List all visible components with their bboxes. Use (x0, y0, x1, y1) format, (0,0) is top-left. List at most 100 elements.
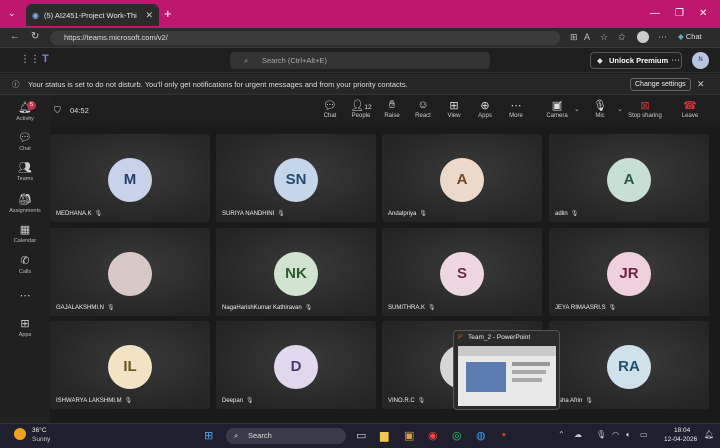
rail-item-chat[interactable]: 💬︎ Chat (0, 131, 50, 152)
camera-options-chevron-icon[interactable]: ⌄ (574, 105, 580, 113)
shield-icon: ⛉ (54, 105, 61, 115)
rail-item-apps[interactable]: ⊞ Apps (0, 317, 50, 338)
mic-muted-icon: 🎙︎ (94, 211, 103, 217)
powerpoint-thumbnail-preview[interactable]: P Team_2 - PowerPoint (453, 330, 560, 410)
minimize-icon[interactable]: — (650, 8, 660, 19)
leave-button[interactable]: ☎ Leave (673, 99, 707, 119)
maximize-icon[interactable]: ❐ (675, 8, 684, 19)
close-notification-icon[interactable]: ✕ (697, 74, 705, 95)
participant-name: adlin (555, 211, 568, 217)
whatsapp-icon[interactable]: ◎ (452, 429, 462, 442)
participant-name: NagaHarishKumar Kathiravan (222, 305, 302, 311)
participant-tile[interactable]: IL ISHWARYA LAKSHMI.M 🎙︎ (50, 321, 210, 409)
more-options-icon[interactable]: ⋯ (671, 55, 680, 66)
participant-tile[interactable]: GAJALAKSHMI.N 🎙︎ (50, 228, 210, 316)
more-button[interactable]: ⋯ More (499, 99, 533, 119)
teams-favicon-icon: ◉ (32, 10, 39, 20)
participant-avatar: RA (607, 345, 651, 389)
battery-icon[interactable]: ▭ (640, 430, 648, 439)
more-options-icon: ⋯ (19, 290, 31, 302)
refresh-icon[interactable]: ↻ (31, 31, 39, 42)
participant-tile[interactable]: RA Asha Afrin 🎙︎ (549, 321, 709, 409)
raise-hand-button[interactable]: ✋︎ Raise (375, 99, 409, 119)
participant-name-row: GAJALAKSHMI.N 🎙︎ (56, 304, 115, 311)
more-options-icon[interactable]: ⋯ (658, 32, 667, 43)
mic-muted-icon: 🎙︎ (608, 305, 617, 311)
mic-button[interactable]: 🎙︎ Mic (583, 99, 617, 119)
participant-tile[interactable]: S SUMITHRA.K 🎙︎ (382, 228, 542, 316)
favorites-icon[interactable]: ✩ (618, 32, 626, 43)
notification-text: Your status is set to do not disturb. Yo… (28, 80, 408, 89)
search-input[interactable]: ⌕ Search (Ctrl+Alt+E) (230, 52, 490, 69)
start-icon[interactable]: ⊞ (204, 429, 213, 442)
taskbar-search-label: Search (248, 431, 272, 440)
participant-name-row: MEDHANA.K 🎙︎ (56, 210, 102, 217)
chat-button[interactable]: 💬︎ Chat (313, 99, 347, 119)
close-tab-icon[interactable]: ✕ (145, 10, 153, 21)
search-icon: ⌕ (244, 56, 249, 65)
app-launcher-icon[interactable]: ⋮⋮ (20, 54, 40, 65)
taskbar-search[interactable]: ⌕ Search (226, 428, 346, 444)
participant-tile[interactable]: SN SURIYA NANDHINI 🎙︎ (216, 134, 376, 222)
profile-avatar[interactable] (637, 31, 649, 43)
tab-actions-icon[interactable]: ⌄ (8, 8, 16, 19)
file-explorer-icon[interactable]: ▆ (380, 429, 388, 442)
participant-avatar: A (607, 158, 651, 202)
new-tab-icon[interactable]: + (164, 6, 172, 21)
participant-avatar: D (274, 345, 318, 389)
participant-tile[interactable]: M MEDHANA.K 🎙︎ (50, 134, 210, 222)
mic-options-chevron-icon[interactable]: ⌄ (617, 105, 623, 113)
unlock-premium-button[interactable]: ◆ Unlock Premium (590, 52, 682, 69)
read-aloud-icon[interactable]: A (584, 32, 590, 42)
people-button[interactable]: 👤︎12 People (344, 99, 378, 119)
rail-item-calendar[interactable]: ▦ Calendar (0, 223, 50, 244)
store-icon[interactable]: ▣ (404, 429, 414, 442)
wifi-icon[interactable]: ◠ (612, 430, 619, 439)
participant-tile[interactable]: NK NagaHarishKumar Kathiravan 🎙︎ (216, 228, 376, 316)
clock-time[interactable]: 18:04 (674, 427, 690, 434)
powerpoint-taskbar-icon[interactable]: ▪ (502, 429, 506, 441)
favorite-icon[interactable]: ☆ (600, 32, 608, 43)
rail-item-activity[interactable]: 🔔︎ 5 Activity (0, 101, 50, 122)
participant-tile[interactable]: JR JEYA RIMAASRI.S 🎙︎ (549, 228, 709, 316)
rail-item-assignments[interactable]: 🎒︎ Assignments (0, 193, 50, 214)
cloud-icon[interactable]: ☁ (574, 430, 582, 439)
stop-sharing-button[interactable]: ⊠ Stop sharing (625, 99, 665, 119)
edge-icon[interactable]: ◍ (476, 429, 486, 442)
volume-icon[interactable]: 🔈︎ (626, 430, 631, 440)
task-view-icon[interactable]: ▭ (356, 429, 366, 442)
show-hidden-icons-icon[interactable]: ⌃ (558, 430, 565, 439)
browser-tab[interactable]: ◉ (5) AI2451-Project Work-Thi ✕ (26, 4, 159, 26)
participant-tile[interactable]: D Deepan 🎙︎ (216, 321, 376, 409)
notifications-icon[interactable]: 🔔︎ (704, 430, 714, 439)
mic-muted-icon: 🎙︎ (277, 211, 285, 217)
people-icon: 👤︎12 (350, 100, 372, 112)
rail-item-calls[interactable]: ✆ Calls (0, 254, 50, 275)
apps-button[interactable]: ⊕ Apps (468, 99, 502, 119)
chat-icon: 💬︎ (323, 100, 337, 112)
chrome-icon[interactable]: ◉ (428, 429, 438, 442)
change-settings-button[interactable]: Change settings (630, 78, 691, 91)
participant-avatar: JR (607, 252, 651, 296)
user-avatar[interactable]: N (692, 52, 709, 69)
url-field[interactable]: https://teams.microsoft.com/v2/ (50, 31, 560, 45)
mic-tray-icon[interactable]: 🎙︎ (596, 430, 606, 439)
camera-button[interactable]: ▣̸ Camera (540, 99, 574, 119)
grid-view-icon: ⊞ (449, 100, 459, 112)
clock-date[interactable]: 12-04-2026 (664, 436, 697, 443)
close-window-icon[interactable]: ✕ (699, 8, 707, 19)
participant-tile[interactable]: Aadlin 🎙︎ (549, 134, 709, 222)
hang-up-icon: ☎ (683, 100, 697, 112)
rail-more-icon[interactable]: ⋯ (0, 289, 50, 304)
mic-muted-icon: 🎙︎ (585, 398, 593, 404)
apps-icon[interactable]: ⊞ (570, 32, 578, 43)
copilot-chat-button[interactable]: ◆ Chat (678, 32, 702, 41)
react-button[interactable]: ☺ React (406, 99, 440, 119)
rail-item-teams[interactable]: 👥︎ Teams (0, 161, 50, 182)
mic-muted-icon: 🎙︎ (246, 398, 254, 404)
participant-tile[interactable]: A Andalpriya 🎙︎ (382, 134, 542, 222)
mic-muted-icon: 🎙︎ (107, 305, 115, 311)
back-icon[interactable]: ← (10, 31, 20, 42)
view-button[interactable]: ⊞ View (437, 99, 471, 119)
participant-name: SUMITHRA.K (388, 305, 426, 311)
